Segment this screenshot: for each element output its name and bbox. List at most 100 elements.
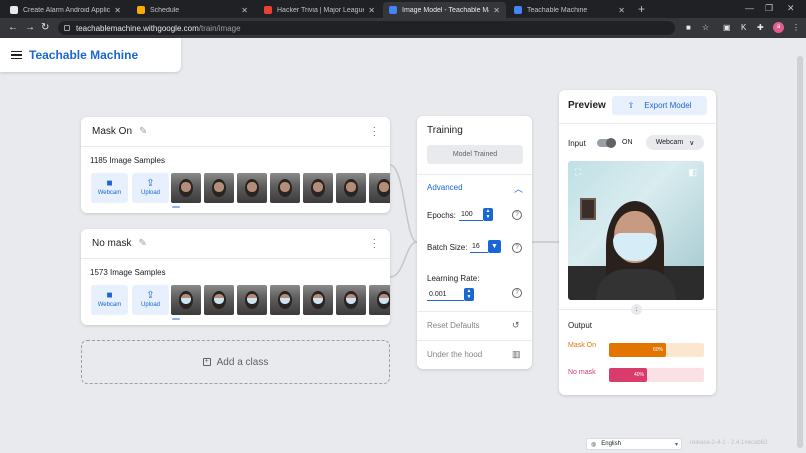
edit-pencil-icon[interactable]: ✎ — [138, 238, 146, 249]
input-toggle[interactable] — [597, 138, 616, 148]
sample-thumbnail[interactable] — [369, 285, 390, 315]
sample-thumbnail[interactable] — [336, 285, 366, 315]
add-class-button[interactable]: + Add a class — [81, 340, 390, 384]
epochs-label: Epochs: — [427, 211, 456, 220]
dropdown-arrow-icon[interactable]: ▼ — [488, 240, 501, 253]
epochs-stepper[interactable]: ▲ ▼ — [483, 208, 493, 221]
camera-permission-icon[interactable]: ■ — [686, 23, 691, 32]
divider — [559, 309, 716, 310]
learning-rate-input[interactable]: 0.001 — [427, 288, 464, 301]
video-camera-icon: ■ — [106, 178, 113, 189]
help-icon[interactable]: ? — [512, 210, 522, 220]
toggle-state: ON — [622, 139, 633, 146]
close-tab-icon[interactable]: ✕ — [368, 6, 375, 15]
tab-title: Teachable Machine — [527, 6, 588, 14]
browser-tab[interactable]: Teachable Machine ✕ — [508, 2, 631, 18]
globe-icon: ◍ — [591, 441, 597, 448]
class-name[interactable]: Mask On — [92, 126, 132, 137]
upload-button[interactable]: ⇪ Upload — [132, 173, 169, 203]
class-header: No mask ✎ · · · — [81, 229, 390, 259]
help-icon[interactable]: ? — [512, 243, 522, 253]
address-bar[interactable]: teachablemachine.withgoogle.com /train/i… — [58, 21, 675, 35]
export-icon: ⇧ — [627, 101, 635, 110]
extension-k-icon[interactable]: K — [741, 23, 746, 32]
webcam-button[interactable]: ■ Webcam — [91, 173, 128, 203]
sample-thumbnail[interactable] — [171, 173, 201, 203]
app-title[interactable]: Teachable Machine — [29, 48, 138, 62]
close-tab-icon[interactable]: ✕ — [618, 6, 625, 15]
browser-tab[interactable]: Create Alarm Android Applicatio ✕ — [4, 2, 127, 18]
extensions-puzzle-icon[interactable]: ✚ — [757, 23, 764, 32]
fullscreen-icon[interactable]: ⛶ — [575, 167, 581, 178]
sample-thumbnail[interactable] — [303, 173, 333, 203]
browser-tab[interactable]: Schedule ✕ — [131, 2, 254, 18]
class-name[interactable]: No mask — [92, 238, 131, 249]
help-icon[interactable]: ? — [512, 288, 522, 298]
learning-rate-stepper[interactable]: ▲ ▼ — [464, 288, 474, 301]
lock-icon — [64, 25, 70, 31]
chart-icon[interactable]: ▥ — [512, 349, 521, 360]
back-arrow-icon[interactable]: ← — [8, 22, 18, 33]
more-options-icon[interactable]: · · · — [373, 235, 376, 253]
new-tab-button[interactable]: + — [638, 2, 645, 16]
sample-thumbnail[interactable] — [204, 285, 234, 315]
divider — [559, 123, 716, 124]
thumbnail-scrollbar[interactable] — [172, 318, 180, 320]
train-model-button[interactable]: Model Trained — [427, 145, 523, 164]
app-header: Teachable Machine — [0, 38, 181, 72]
version-label: release-2-4-1 - 2.4.1#ecab62 — [690, 440, 768, 446]
under-the-hood-button[interactable]: Under the hood — [427, 350, 482, 359]
language-select[interactable]: ◍ English ▾ — [586, 438, 682, 450]
chrome-menu-icon[interactable]: ⋮ — [792, 23, 800, 32]
sample-thumbnail[interactable] — [336, 173, 366, 203]
close-tab-icon[interactable]: ✕ — [241, 6, 248, 15]
more-options-icon[interactable]: · · · — [373, 123, 376, 141]
reload-icon[interactable]: ↻ — [41, 22, 49, 33]
advanced-toggle[interactable]: Advanced — [427, 183, 463, 192]
sample-thumbnail[interactable] — [369, 173, 390, 203]
forward-arrow-icon[interactable]: → — [25, 22, 35, 33]
webcam-label: Webcam — [97, 190, 122, 196]
sample-thumbnail[interactable] — [204, 173, 234, 203]
sample-thumbnail[interactable] — [270, 285, 300, 315]
menu-icon[interactable] — [11, 49, 22, 62]
sample-thumbnail[interactable] — [303, 285, 333, 315]
output-class-name: No mask — [568, 369, 596, 376]
batch-size-label: Batch Size: — [427, 243, 468, 252]
sample-thumbnail[interactable] — [270, 173, 300, 203]
sample-thumbnail[interactable] — [171, 285, 201, 315]
epochs-input[interactable]: 100 — [459, 208, 483, 221]
confidence-bar-fill: 60% — [609, 343, 666, 357]
profile-avatar[interactable]: a — [773, 22, 784, 33]
sample-thumbnail[interactable] — [237, 285, 267, 315]
class-header: Mask On ✎ · · · — [81, 117, 390, 147]
minimize-window-button[interactable]: — — [745, 3, 754, 13]
cast-icon[interactable]: ▣ — [723, 23, 731, 32]
wall-frame — [580, 198, 596, 220]
close-window-button[interactable]: ✕ — [787, 3, 795, 14]
history-icon[interactable]: ↺ — [512, 320, 520, 331]
close-tab-icon[interactable]: ✕ — [114, 6, 121, 15]
input-source-select[interactable]: Webcam ∨ — [646, 135, 704, 150]
page-scrollbar[interactable] — [797, 56, 803, 448]
upload-label: Upload — [140, 190, 160, 196]
reset-defaults-button[interactable]: Reset Defaults — [427, 321, 479, 330]
bookmark-star-icon[interactable]: ☆ — [702, 23, 709, 32]
maximize-window-button[interactable]: ❐ — [765, 3, 773, 14]
browser-tab-active[interactable]: Image Model - Teachable Ma ✕ — [383, 2, 506, 18]
upload-button[interactable]: ⇪ Upload — [132, 285, 169, 315]
chevron-up-icon[interactable]: ︿ — [514, 182, 523, 195]
preview-title: Preview — [568, 100, 606, 111]
video-camera-icon: ■ — [106, 290, 113, 301]
flip-camera-icon[interactable]: ◧ — [688, 167, 697, 178]
browser-toolbar: ← → ↻ teachablemachine.withgoogle.com /t… — [0, 18, 806, 38]
batch-size-select[interactable]: 16 — [470, 240, 488, 253]
add-box-icon: + — [202, 358, 211, 366]
webcam-button[interactable]: ■ Webcam — [91, 285, 128, 315]
close-tab-icon[interactable]: ✕ — [493, 6, 500, 15]
export-model-button[interactable]: ⇧ Export Model — [612, 96, 707, 115]
edit-pencil-icon[interactable]: ✎ — [139, 126, 147, 137]
sample-thumbnail[interactable] — [237, 173, 267, 203]
browser-tab[interactable]: Hacker Trivia | Major League Hac ✕ — [258, 2, 381, 18]
thumbnail-scrollbar[interactable] — [172, 206, 180, 208]
